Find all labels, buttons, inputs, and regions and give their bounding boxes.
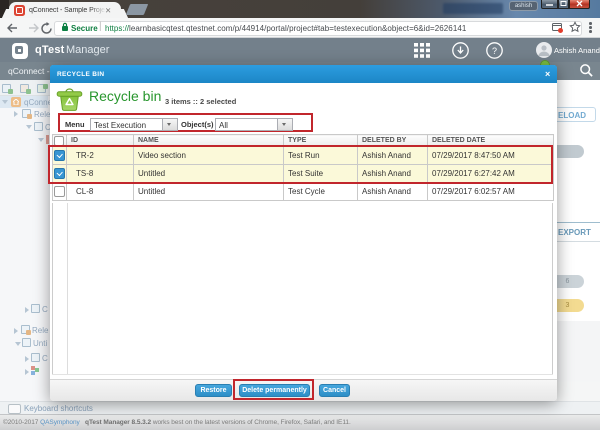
svg-text:?: ?	[492, 46, 497, 56]
